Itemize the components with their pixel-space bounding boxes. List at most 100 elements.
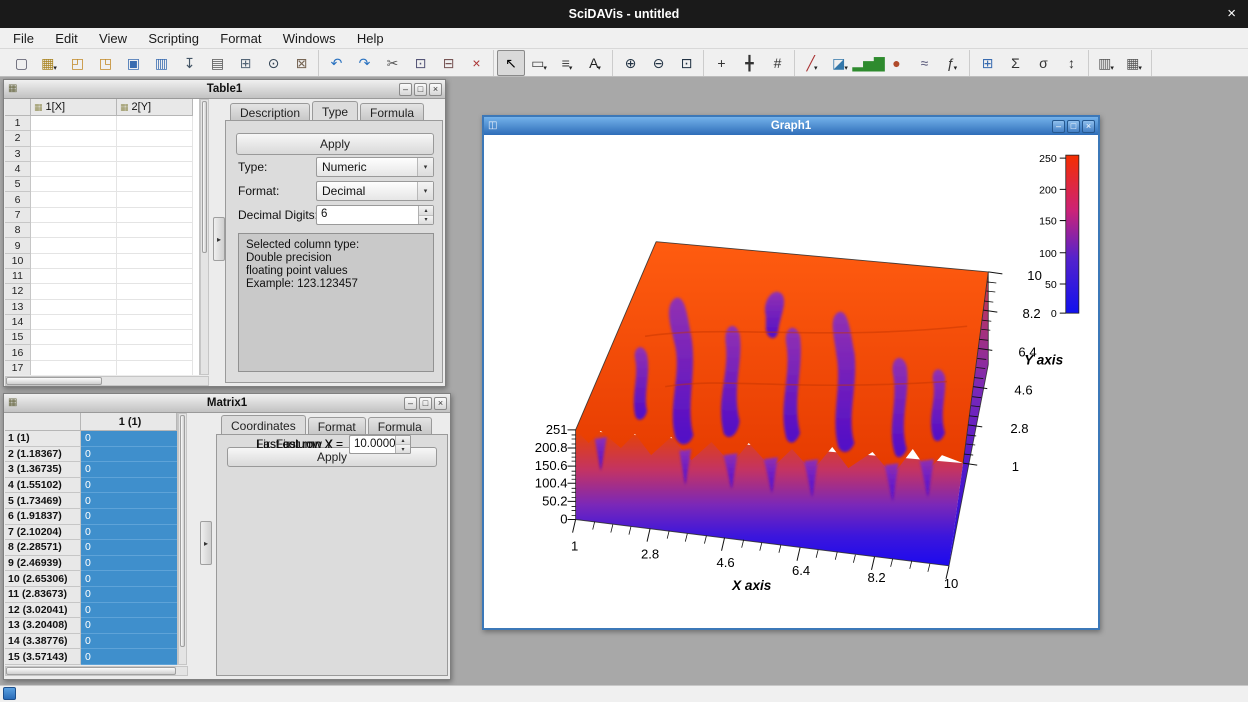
coordinate-spinner[interactable]: 10.0000000 ▴ ▾ — [349, 435, 411, 454]
apply-button[interactable]: Apply — [236, 133, 434, 155]
graph1-titlebar[interactable]: ◫ Graph1 – □ × — [484, 117, 1098, 136]
table-cell[interactable] — [117, 300, 193, 315]
toolbar-button[interactable]: ⊟ — [434, 50, 462, 76]
spin-up-icon[interactable]: ▴ — [419, 206, 433, 215]
table-cell[interactable] — [31, 238, 117, 253]
toolbar-button[interactable]: ▦ ▾ — [1120, 50, 1148, 76]
table1-grid[interactable]: ▦ 1[X] ▦ 2[Y] 1 — [5, 99, 200, 375]
table-cell[interactable] — [117, 162, 193, 177]
matrix-cell-selected[interactable]: 0 — [81, 478, 177, 494]
toolbar-button[interactable]: ▂▅▇ — [854, 50, 882, 76]
format-combobox[interactable]: Decimal ▾ — [316, 181, 434, 201]
matrix-row-header[interactable]: 11 (2.83673) — [5, 587, 81, 603]
row-header[interactable]: 11 — [5, 269, 31, 284]
minimize-button[interactable]: – — [404, 397, 417, 410]
tab-format[interactable]: Format — [308, 417, 366, 434]
row-header[interactable]: 16 — [5, 345, 31, 360]
app-titlebar[interactable]: SciDAVis - untitled × — [0, 0, 1248, 28]
close-button[interactable]: × — [434, 397, 447, 410]
table-cell[interactable] — [31, 315, 117, 330]
toolbar-button[interactable]: ≈ — [910, 50, 938, 76]
row-header[interactable]: 12 — [5, 284, 31, 299]
matrix-cell-selected[interactable]: 0 — [81, 431, 177, 447]
menu-item[interactable]: View — [90, 28, 136, 48]
table1-hscrollbar[interactable] — [5, 376, 209, 386]
column-header-2y[interactable]: ▦ 2[Y] — [117, 99, 193, 116]
pointer-tool-button[interactable]: ↖ — [497, 50, 525, 76]
toolbar-button[interactable]: ↧ — [175, 50, 203, 76]
row-header[interactable]: 2 — [5, 131, 31, 146]
scroll-thumb[interactable] — [180, 415, 185, 647]
matrix-row-header[interactable]: 3 (1.36735) — [5, 462, 81, 478]
toolbar-button[interactable]: ⊠ — [287, 50, 315, 76]
matrix-row-header[interactable]: 12 (3.02041) — [5, 603, 81, 619]
table-cell[interactable] — [117, 361, 193, 375]
matrix1-hscrollbar[interactable] — [5, 666, 188, 676]
table1-titlebar[interactable]: ▦ Table1 – □ × — [4, 80, 445, 99]
toolbar-button[interactable]: × — [462, 50, 490, 76]
matrix-row-header[interactable]: 13 (3.20408) — [5, 618, 81, 634]
table-cell[interactable] — [117, 238, 193, 253]
row-header[interactable]: 3 — [5, 147, 31, 162]
menu-item[interactable]: Format — [211, 28, 270, 48]
minimize-button[interactable]: – — [1052, 120, 1065, 133]
scroll-thumb[interactable] — [6, 377, 102, 385]
scroll-thumb[interactable] — [202, 101, 207, 253]
table-cell[interactable] — [31, 254, 117, 269]
table-cell[interactable] — [31, 300, 117, 315]
spin-up-icon[interactable]: ▴ — [396, 436, 410, 444]
chevron-down-icon[interactable]: ▾ — [417, 182, 433, 200]
menu-item[interactable]: File — [4, 28, 43, 48]
toolbar-button[interactable]: ↷ — [350, 50, 378, 76]
table-cell[interactable] — [31, 269, 117, 284]
maximize-button[interactable]: □ — [1067, 120, 1080, 133]
toolbar-button[interactable]: ↶ — [322, 50, 350, 76]
table-corner-header[interactable] — [5, 99, 31, 116]
toolbar-button[interactable]: ▥ ▾ — [1092, 50, 1120, 76]
row-header[interactable]: 4 — [5, 162, 31, 177]
table-cell[interactable] — [117, 315, 193, 330]
decimal-digits-spinner[interactable]: 6 ▴ ▾ — [316, 205, 434, 225]
row-header[interactable]: 6 — [5, 192, 31, 207]
matrix-row-header[interactable]: 14 (3.38776) — [5, 634, 81, 650]
matrix-cell-selected[interactable]: 0 — [81, 649, 177, 665]
table-cell[interactable] — [31, 162, 117, 177]
toolbar-button[interactable]: A ▾ — [581, 50, 609, 76]
toolbar-button[interactable]: ▦ ▾ — [35, 50, 63, 76]
toolbar-button[interactable]: σ — [1029, 50, 1057, 76]
matrix-cell-selected[interactable]: 0 — [81, 462, 177, 478]
table-cell[interactable] — [31, 345, 117, 360]
matrix1-grid[interactable]: 1 (1) 1 (1) 0 2 (1.18367) 0 — [5, 413, 178, 665]
matrix-cell-selected[interactable]: 0 — [81, 556, 177, 572]
matrix-row-header[interactable]: 1 (1) — [5, 431, 81, 447]
table-cell[interactable] — [117, 345, 193, 360]
toolbar-button[interactable]: ▣ — [119, 50, 147, 76]
row-header[interactable]: 7 — [5, 208, 31, 223]
matrix-corner-header[interactable] — [5, 413, 81, 431]
toolbar-button[interactable]: ⊕ — [616, 50, 644, 76]
table-cell[interactable] — [117, 254, 193, 269]
table-cell[interactable] — [31, 192, 117, 207]
matrix1-vscrollbar[interactable] — [178, 413, 187, 665]
toolbar-button[interactable]: ◪ ▾ — [826, 50, 854, 76]
menu-item[interactable]: Scripting — [139, 28, 208, 48]
spinner-value[interactable]: 6 — [317, 206, 418, 224]
spin-down-icon[interactable]: ▾ — [396, 444, 410, 453]
matrix-cell-selected[interactable]: 0 — [81, 603, 177, 619]
matrix-row-header[interactable]: 5 (1.73469) — [5, 493, 81, 509]
panel-collapse-button[interactable]: ▸ — [200, 521, 212, 565]
matrix-row-header[interactable]: 10 (2.65306) — [5, 571, 81, 587]
table-cell[interactable] — [31, 361, 117, 375]
menu-item[interactable]: Help — [348, 28, 393, 48]
table-cell[interactable] — [31, 131, 117, 146]
tab-formula[interactable]: Formula — [360, 103, 424, 120]
menu-item[interactable]: Windows — [274, 28, 345, 48]
table-cell[interactable] — [117, 284, 193, 299]
toolbar-button[interactable]: ≡ ▾ — [553, 50, 581, 76]
spinner-value[interactable]: 10.0000000 — [350, 436, 395, 453]
row-header[interactable]: 13 — [5, 300, 31, 315]
toolbar-button[interactable]: ▥ — [147, 50, 175, 76]
dock-handle-icon[interactable] — [3, 687, 16, 700]
row-header[interactable]: 9 — [5, 238, 31, 253]
toolbar-button[interactable]: ⊖ — [644, 50, 672, 76]
